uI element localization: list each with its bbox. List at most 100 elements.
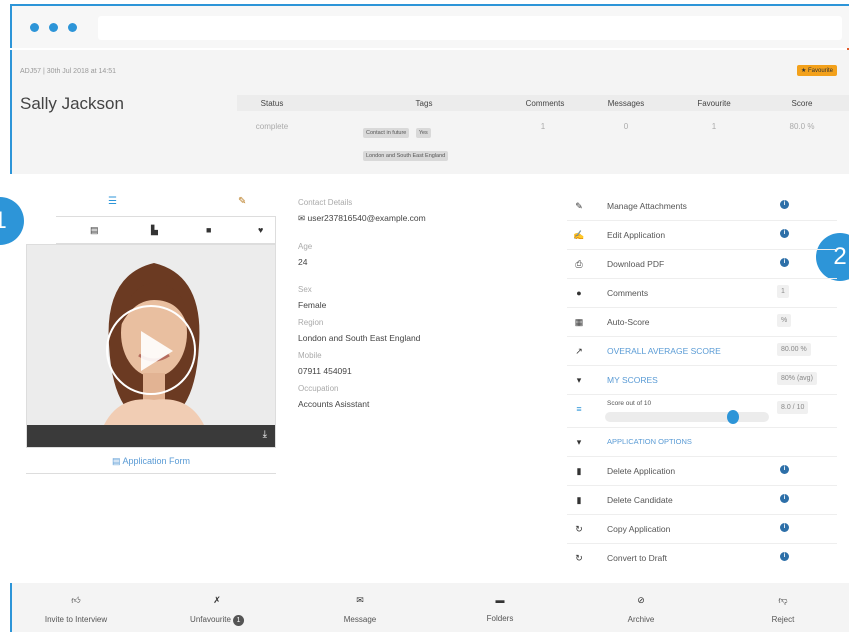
- folders-label: Folders: [486, 614, 514, 623]
- document-icon: ▤: [111, 456, 123, 466]
- thumbs-up-icon: 👍︎: [71, 595, 81, 605]
- auto-score-item[interactable]: ▦ Auto-Score %: [567, 308, 837, 337]
- print-icon: ⎙: [575, 259, 583, 269]
- download-pdf-label: Download PDF: [607, 259, 665, 269]
- manage-attachments-label: Manage Attachments: [607, 201, 687, 211]
- application-form-label: Application Form: [122, 456, 191, 466]
- video-player[interactable]: ⤓: [26, 244, 276, 448]
- sex-value: Female: [298, 300, 327, 310]
- unfavourite-label: Unfavourite: [190, 615, 231, 624]
- video-camera-icon[interactable]: ■: [206, 225, 211, 235]
- info-icon[interactable]: i: [780, 258, 789, 267]
- column-tags: Tags: [415, 99, 433, 108]
- overall-average-value: 80.00 %: [777, 343, 811, 356]
- sex-label: Sex: [298, 285, 312, 294]
- email-value[interactable]: ✉ user237816540@example.com: [298, 213, 558, 224]
- tag[interactable]: Yes: [415, 128, 431, 138]
- my-scores-item[interactable]: ▾ MY SCORES 80% (avg): [567, 366, 837, 395]
- column-status: Status: [260, 99, 284, 108]
- delete-candidate-item[interactable]: ▮ Delete Candidate i: [567, 486, 837, 515]
- window-dot-icon[interactable]: [30, 23, 39, 32]
- application-options-label: APPLICATION OPTIONS: [607, 437, 692, 446]
- auto-score-value: %: [777, 314, 792, 327]
- overall-average-label: OVERALL AVERAGE SCORE: [607, 346, 721, 356]
- reject-label: Reject: [771, 615, 795, 624]
- tag[interactable]: Contact in future: [363, 128, 410, 138]
- play-button[interactable]: [106, 305, 196, 395]
- window-chrome: [10, 4, 849, 48]
- favourite-badge[interactable]: ★ Favourite: [796, 65, 837, 76]
- video-controls-bar: ⤓: [27, 425, 275, 447]
- score-value: 8.0 / 10: [777, 401, 809, 414]
- auto-score-label: Auto-Score: [607, 317, 650, 327]
- media-panel: ☰ ✎ ▤ ▙ ■ ♥ ⤓ ▤ Application Form: [18, 192, 276, 474]
- pencil-icon[interactable]: ✎: [238, 196, 246, 207]
- caret-down-icon: ▾: [576, 375, 582, 385]
- score-slider-thumb[interactable]: [726, 410, 739, 424]
- archive-label: Archive: [627, 615, 655, 624]
- sliders-icon: ≡: [576, 404, 582, 414]
- application-reference: ADJ57 | 30th Jul 2018 at 14:51: [20, 68, 116, 75]
- email-text: user237816540@example.com: [307, 213, 426, 223]
- info-icon[interactable]: i: [780, 200, 789, 209]
- play-icon: [141, 331, 173, 371]
- tags-list: Contact in future Yes London and South E…: [362, 121, 492, 167]
- trash-icon: ▮: [576, 466, 582, 476]
- line-chart-icon: ↗: [575, 346, 583, 356]
- file-icon[interactable]: ▙: [151, 225, 158, 236]
- my-scores-value: 80% (avg): [777, 372, 817, 385]
- my-scores-label: MY SCORES: [607, 375, 658, 385]
- delete-application-item[interactable]: ▮ Delete Application i: [567, 457, 837, 486]
- pin-icon: ✗: [213, 595, 221, 605]
- copy-application-label: Copy Application: [607, 524, 671, 534]
- media-tab-bar: ☰ ✎: [18, 192, 276, 216]
- manage-attachments-item[interactable]: ✎ Manage Attachments i: [567, 192, 837, 221]
- convert-to-draft-label: Convert to Draft: [607, 553, 667, 563]
- info-icon[interactable]: i: [780, 229, 789, 238]
- edit-icon: ✍: [573, 230, 585, 240]
- tag[interactable]: London and South East England: [363, 151, 449, 161]
- score-slider-item: ≡ Score out of 10 8.0 / 10: [567, 395, 837, 428]
- age-label: Age: [298, 242, 313, 251]
- unfavourite-count-badge: 1: [232, 615, 244, 626]
- contact-details-label: Contact Details: [298, 198, 353, 207]
- invite-to-interview-button[interactable]: 👍︎ Invite to Interview: [45, 595, 107, 624]
- info-icon[interactable]: i: [780, 523, 789, 532]
- column-messages: Messages: [607, 99, 645, 108]
- paperclip-icon: ✎: [575, 201, 583, 211]
- archive-button[interactable]: ⊘ Archive: [628, 595, 655, 624]
- info-icon[interactable]: i: [780, 465, 789, 474]
- mobile-value: 07911 454091: [298, 366, 352, 376]
- badge-icon[interactable]: ♥: [258, 225, 263, 235]
- score-value: 80.0 %: [789, 122, 815, 131]
- message-button[interactable]: ✉ Message: [344, 595, 376, 624]
- score-slider[interactable]: [605, 410, 769, 424]
- window-dot-icon[interactable]: [68, 23, 77, 32]
- bottom-action-bar: 👍︎ Invite to Interview ✗ Unfavourite 1 ✉ …: [10, 583, 849, 632]
- comments-icon: ●: [576, 288, 582, 298]
- copy-application-item[interactable]: ↻ Copy Application i: [567, 515, 837, 544]
- age-value: 24: [298, 257, 308, 267]
- edit-application-label: Edit Application: [607, 230, 666, 240]
- comments-count: 1: [777, 285, 789, 298]
- refresh-icon: ↻: [575, 553, 583, 563]
- address-bar[interactable]: [98, 16, 842, 40]
- download-icon[interactable]: ⤓: [263, 429, 267, 440]
- folders-button[interactable]: ▬ Folders: [487, 595, 514, 623]
- application-options-item[interactable]: ▾ APPLICATION OPTIONS: [567, 428, 837, 457]
- actions-panel: ✎ Manage Attachments i ✍ Edit Applicatio…: [567, 192, 837, 573]
- convert-to-draft-item[interactable]: ↻ Convert to Draft i: [567, 544, 837, 573]
- comments-item[interactable]: ● Comments 1: [567, 279, 837, 308]
- trash-icon: ▮: [576, 495, 582, 505]
- info-icon[interactable]: i: [780, 494, 789, 503]
- info-icon[interactable]: i: [780, 552, 789, 561]
- download-pdf-item[interactable]: ⎙ Download PDF i: [567, 250, 837, 279]
- edit-application-item[interactable]: ✍ Edit Application i: [567, 221, 837, 250]
- application-form-link[interactable]: ▤ Application Form: [26, 448, 276, 474]
- list-icon[interactable]: ☰: [108, 196, 117, 207]
- window-dot-icon[interactable]: [49, 23, 58, 32]
- unfavourite-button[interactable]: ✗ Unfavourite 1: [190, 595, 244, 626]
- reject-button[interactable]: 👎︎ Reject: [772, 595, 795, 624]
- form-icon[interactable]: ▤: [90, 225, 99, 236]
- folder-icon: ▬: [495, 595, 505, 605]
